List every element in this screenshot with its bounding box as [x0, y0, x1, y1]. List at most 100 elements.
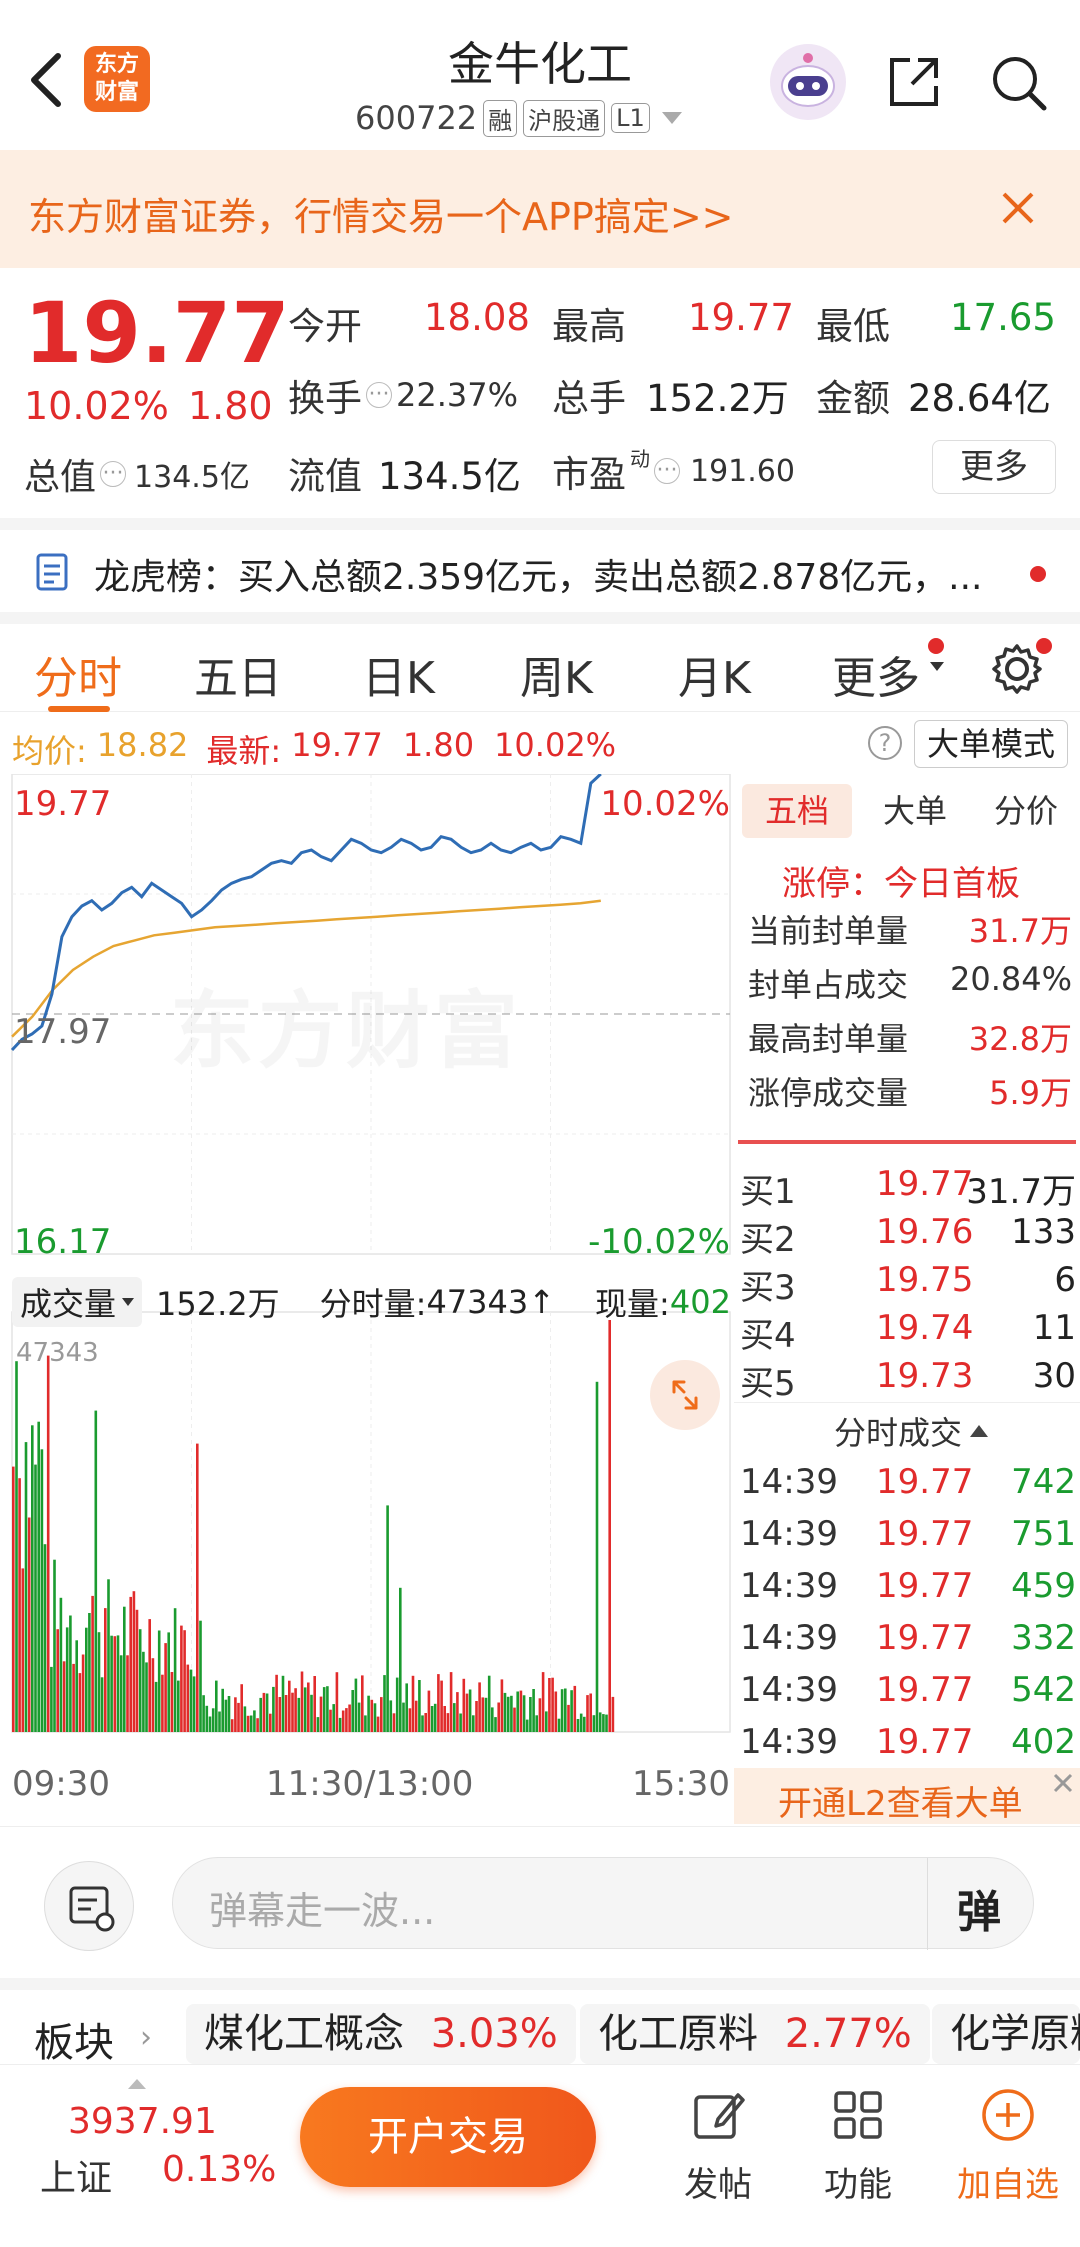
volume-bar — [345, 1708, 348, 1732]
danmu-send-icon[interactable]: 弹 — [957, 1876, 1001, 1940]
lhb-notice[interactable]: 龙虎榜：买入总额2.359亿元，卖出总额2.878亿元，... — [0, 518, 1080, 612]
robot-assistant-icon[interactable] — [770, 44, 846, 120]
volume-total: 152.2万 — [156, 1285, 280, 1323]
volume-bar — [383, 1675, 386, 1732]
trades-title-row[interactable]: 分时成交 — [834, 1408, 989, 1454]
volume-bar — [541, 1672, 545, 1732]
limit-row: 最高封单量 32.8万 — [734, 1010, 1080, 1060]
lhb-text: 龙虎榜：买入总额2.359亿元，卖出总额2.878亿元，... — [94, 557, 983, 598]
bid-volume: 133 — [1011, 1212, 1076, 1252]
volume-bar — [189, 1669, 193, 1732]
sector-pill-name: 煤化工概念 — [204, 2011, 404, 2057]
volume-bar — [399, 1587, 402, 1732]
trade-row: 14:39 19.77 402 — [734, 1718, 1080, 1770]
sector-pill-3[interactable]: 化学原料 — [932, 2004, 1080, 2064]
index-name: 上证 — [40, 2158, 113, 2199]
volume-bar — [548, 1678, 551, 1732]
latest-change: 1.80 — [402, 726, 475, 764]
promo-banner[interactable]: 东方财富证券，行情交易一个APP搞定>> — [0, 150, 1080, 268]
bid-row[interactable]: 买1 19.77 31.7万 — [734, 1160, 1080, 1212]
volume-bar — [598, 1712, 602, 1732]
share-icon[interactable] — [884, 52, 944, 112]
big-order-mode-button[interactable]: 大单模式 — [914, 720, 1068, 768]
bid-label: 买5 — [740, 1364, 796, 1404]
search-icon[interactable] — [988, 52, 1050, 114]
volume-bar — [402, 1702, 405, 1732]
chevron-right-icon[interactable]: › — [140, 2020, 152, 2055]
volume-bar — [510, 1695, 513, 1732]
volume-bar — [151, 1658, 155, 1732]
danmu-settings-icon[interactable] — [44, 1861, 134, 1951]
function-label: 功能 — [824, 2165, 892, 2205]
post-button[interactable]: 发帖 — [668, 2085, 768, 2225]
volume-bar — [288, 1680, 291, 1732]
help-icon[interactable]: ? — [868, 726, 902, 760]
turnover-row: 换手 ··· 22.37% — [288, 368, 518, 422]
volume-bar — [392, 1713, 396, 1732]
more-button[interactable]: 更多 — [932, 440, 1056, 494]
close-icon[interactable] — [998, 188, 1038, 228]
current-volume-value: 402 — [669, 1283, 731, 1321]
open-account-button[interactable]: 开户交易 — [300, 2087, 596, 2187]
tab-intraday[interactable]: 分时 — [34, 642, 122, 706]
sector-pill-2[interactable]: 化工原料 2.77% — [580, 2004, 930, 2064]
expand-icon[interactable] — [650, 1360, 720, 1430]
volume-bar — [297, 1697, 301, 1732]
l2-banner[interactable]: 开通L2查看大单 — [734, 1768, 1080, 1824]
volume-bar — [138, 1629, 142, 1732]
pct-bottom-label: -10.02% — [588, 1222, 730, 1262]
volume-bar — [440, 1680, 443, 1732]
add-watch-button[interactable]: 加自选 — [948, 2085, 1068, 2225]
volume-bar — [180, 1625, 183, 1732]
app-header: 东方 财富 金牛化工 600722 融 沪股通 L1 — [0, 0, 1080, 150]
volume-bar — [357, 1702, 361, 1732]
danmu-bar: 弹幕走一波... 弹 — [0, 1826, 1080, 1978]
volume-bar — [50, 1666, 53, 1732]
volume-bar — [259, 1697, 262, 1732]
volume-selector[interactable]: 成交量 — [12, 1277, 143, 1327]
trade-row: 14:39 19.77 751 — [734, 1510, 1080, 1562]
chart-tabs: 分时 五日 日K 周K 月K 更多 — [0, 612, 1080, 712]
volume-bar — [215, 1680, 218, 1732]
tab-5day[interactable]: 五日 — [194, 642, 282, 706]
add-circle-icon — [982, 2089, 1034, 2141]
price-summary-bar: 均价: 18.82 最新: 19.77 1.80 10.02% ? 大单模式 — [0, 714, 1080, 774]
tab-price-dist[interactable]: 分价 — [976, 784, 1076, 838]
tab-monthly-k[interactable]: 月K — [678, 642, 751, 706]
volume-bar — [24, 1442, 28, 1732]
tab-more-dot — [928, 638, 944, 654]
tab-more-dropdown-icon — [930, 662, 944, 671]
bid-row[interactable]: 买2 19.76 133 — [734, 1208, 1080, 1260]
info-icon[interactable]: ··· — [100, 461, 127, 487]
volume-bar — [354, 1678, 358, 1732]
trade-row: 14:39 19.77 742 — [734, 1458, 1080, 1510]
limit-row-label: 封单占成交 — [748, 966, 909, 1004]
settings-icon[interactable] — [990, 642, 1044, 696]
info-icon[interactable]: ··· — [366, 382, 392, 408]
sector-pill-1[interactable]: 煤化工概念 3.03% — [186, 2004, 576, 2064]
info-icon[interactable]: ··· — [654, 458, 680, 484]
volume-bar — [376, 1716, 380, 1732]
volume-bar — [110, 1635, 113, 1732]
stock-code-row[interactable]: 600722 融 沪股通 L1 — [355, 96, 682, 140]
tab-more[interactable]: 更多 — [832, 642, 920, 706]
intraday-chart[interactable]: 19.77 10.02% 17.97 16.17 -10.02% 东方财富 成交… — [0, 772, 734, 1824]
danmu-input[interactable]: 弹幕走一波... 弹 — [172, 1857, 1034, 1950]
tab-daily-k[interactable]: 日K — [362, 642, 435, 706]
volume-bar — [335, 1672, 339, 1732]
tab-weekly-k[interactable]: 周K — [520, 642, 593, 706]
tab-big-order[interactable]: 大单 — [870, 784, 960, 838]
volume-bar — [284, 1695, 288, 1732]
limit-up-title: 涨停：今日首板 — [782, 864, 1020, 904]
bid-row[interactable]: 买4 19.74 11 — [734, 1304, 1080, 1356]
volume-bar — [164, 1643, 167, 1732]
bid-row[interactable]: 买3 19.75 6 — [734, 1256, 1080, 1308]
trade-volume: 402 — [1011, 1722, 1076, 1762]
volume-bar — [481, 1697, 485, 1732]
bid-row[interactable]: 买5 19.73 30 — [734, 1352, 1080, 1404]
tab-five-level[interactable]: 五档 — [742, 784, 852, 838]
index-value[interactable]: 3937.91 — [68, 2101, 217, 2142]
volume-bar — [395, 1677, 399, 1732]
close-icon[interactable] — [1048, 1768, 1078, 1798]
function-button[interactable]: 功能 — [808, 2085, 908, 2225]
